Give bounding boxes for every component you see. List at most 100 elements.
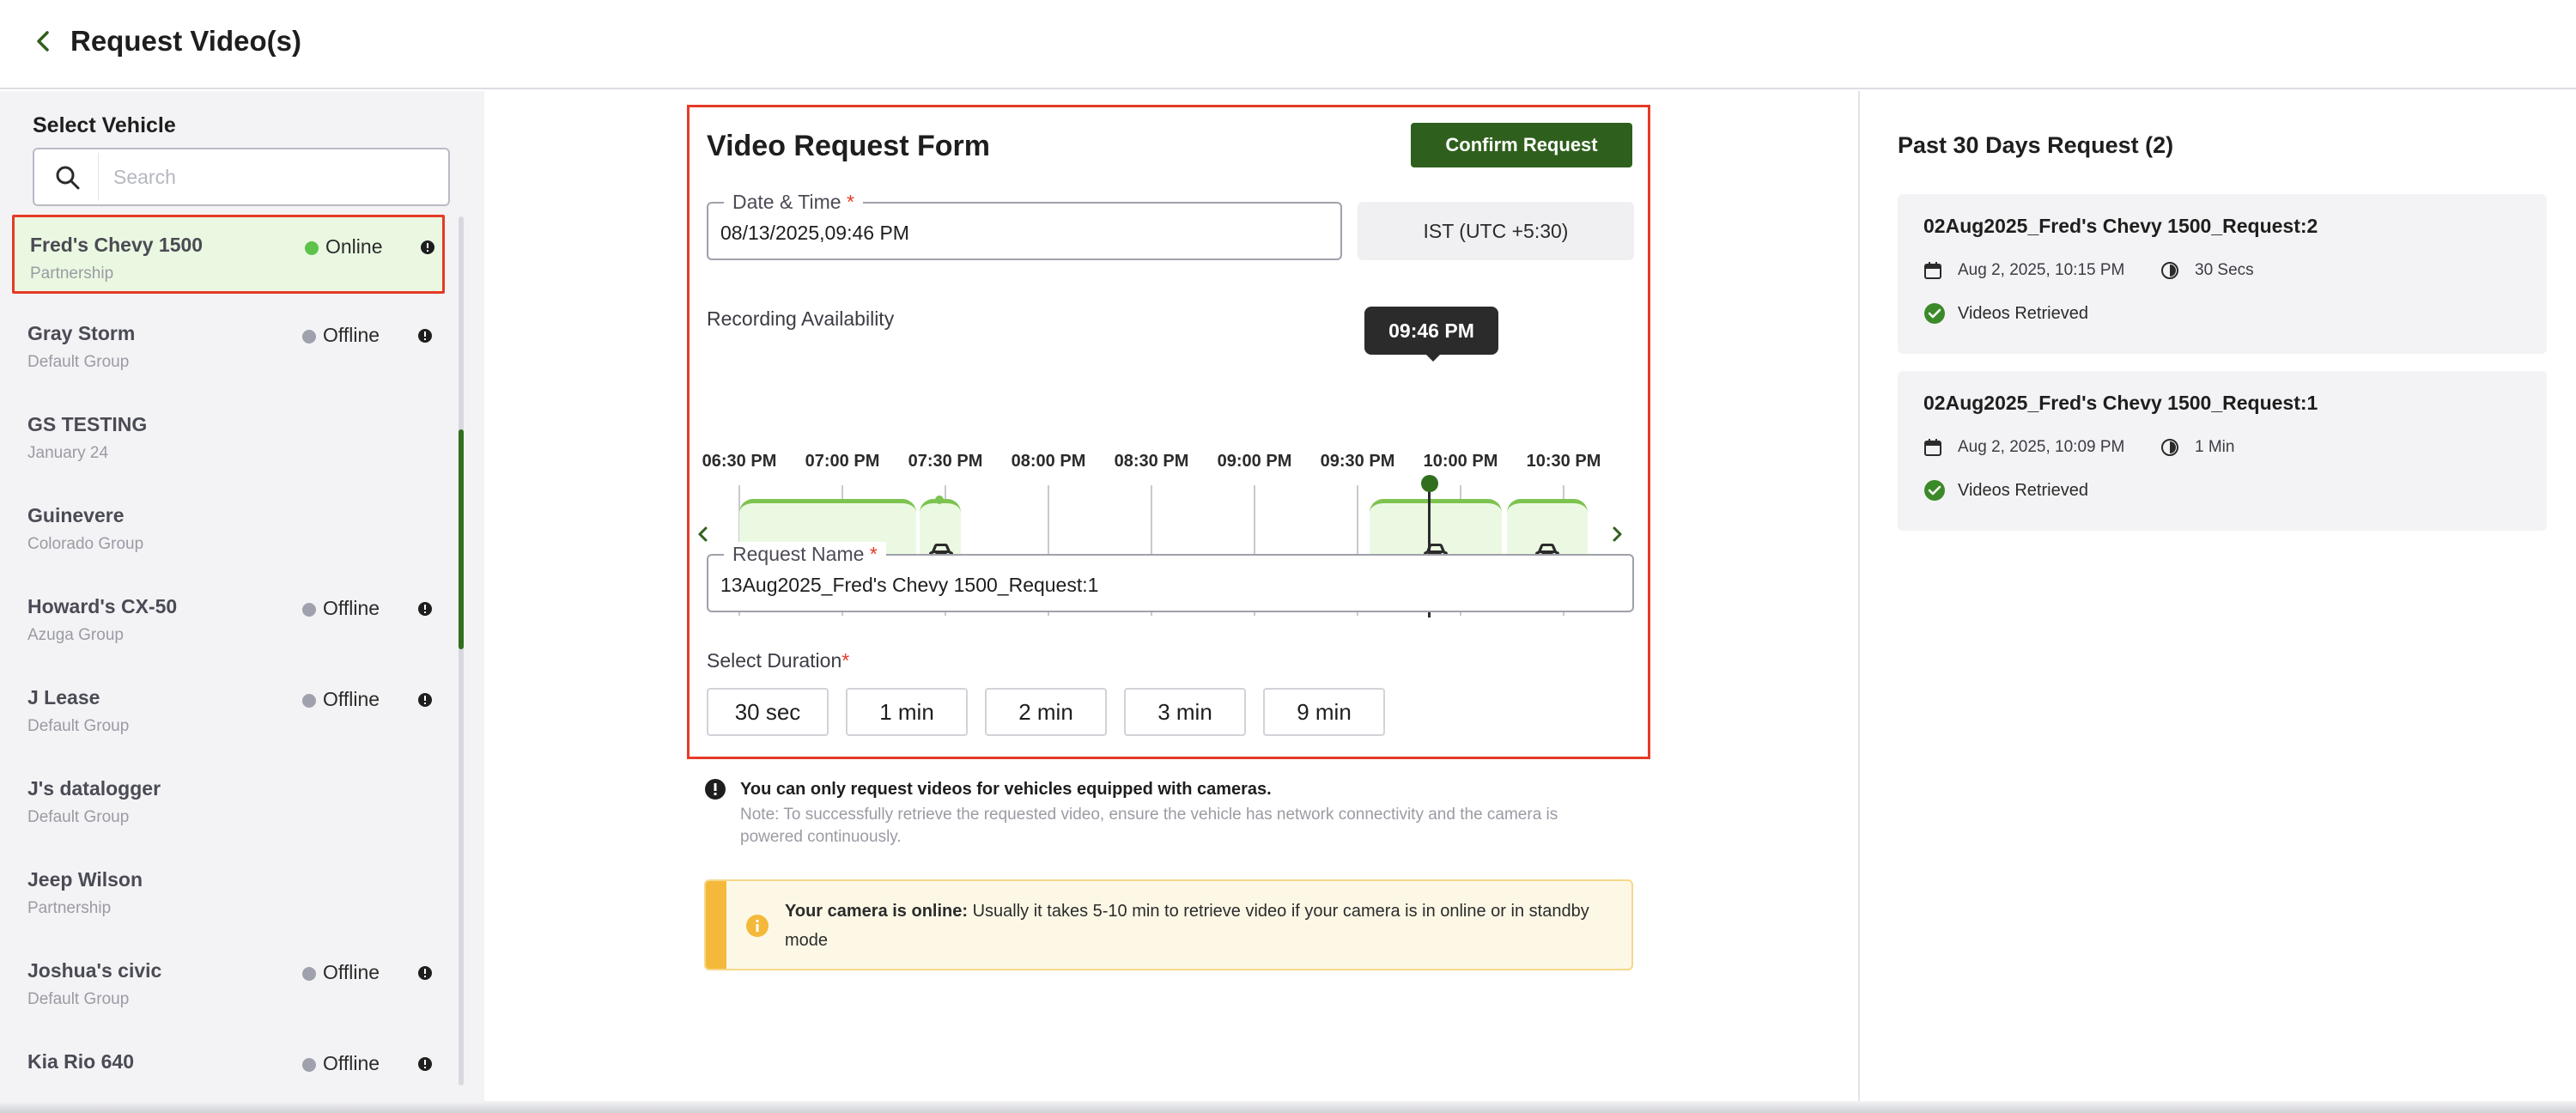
info-icon[interactable] <box>417 965 433 981</box>
vehicle-item[interactable]: Joshua's civic Default Group Offline <box>12 943 445 1022</box>
duration-option-30sec[interactable]: 30 sec <box>707 688 829 736</box>
page-title: Request Video(s) <box>70 25 301 57</box>
info-icon[interactable] <box>417 328 433 344</box>
vehicle-item[interactable]: Guinevere Colorado Group <box>12 488 445 567</box>
page-header: Request Video(s) <box>0 0 2576 89</box>
bottom-edge <box>0 1101 2576 1113</box>
time-cursor-handle[interactable] <box>1421 475 1438 492</box>
vehicle-status: Offline <box>323 1052 380 1074</box>
duration-option-2min[interactable]: 2 min <box>985 688 1107 736</box>
offline-status-dot <box>302 330 316 344</box>
required-mark: * <box>869 543 878 565</box>
vehicle-group: Default Group <box>27 808 130 826</box>
offline-status-dot <box>302 1058 316 1072</box>
select-duration-text: Select Duration <box>707 649 842 672</box>
request-name: 02Aug2025_Fred's Chevy 1500_Request:2 <box>1923 215 2318 237</box>
vehicle-item[interactable]: Fred's Chevy 1500 Partnership Online <box>12 215 445 294</box>
vehicle-name: Kia Rio 640 <box>27 1050 134 1073</box>
scrollbar-thumb[interactable] <box>459 429 464 649</box>
chevron-left-icon[interactable] <box>693 521 714 547</box>
datetime-field[interactable]: Date & Time * 08/13/2025,09:46 PM <box>707 190 1342 260</box>
vehicle-item[interactable]: J's datalogger Default Group <box>12 761 445 840</box>
offline-status-dot <box>302 603 316 617</box>
sidebar-title: Select Vehicle <box>33 113 176 137</box>
vehicle-name: J's datalogger <box>27 777 161 800</box>
alert-bold: Your camera is online: <box>785 902 969 921</box>
tick-label: 09:30 PM <box>1320 452 1395 471</box>
vehicle-status: Offline <box>323 324 380 346</box>
vehicle-name: Fred's Chevy 1500 <box>30 234 204 256</box>
camera-online-alert: Your camera is online: Usually it takes … <box>704 879 1633 970</box>
vehicle-group: Colorado Group <box>27 535 144 553</box>
offline-status-dot <box>302 694 316 708</box>
request-date: Aug 2, 2025, 10:09 PM <box>1958 438 2125 456</box>
past-requests-title: Past 30 Days Request (2) <box>1898 132 2174 158</box>
back-arrow-icon[interactable] <box>31 26 57 57</box>
vehicle-name: GS TESTING <box>27 413 148 435</box>
vehicle-list: Fred's Chevy 1500 Partnership Online Gra… <box>0 215 464 1113</box>
datetime-label: Date & Time * <box>724 190 863 214</box>
scrollbar-track[interactable] <box>459 216 464 1086</box>
tick-label: 07:30 PM <box>908 452 983 471</box>
tick-label: 06:30 PM <box>702 452 777 471</box>
timer-icon <box>2161 439 2178 456</box>
vehicle-item[interactable]: J Lease Default Group Offline <box>12 670 445 749</box>
vehicle-name: Jeep Wilson <box>27 868 143 891</box>
info-icon[interactable] <box>420 240 435 255</box>
exclamation-icon <box>705 779 726 800</box>
info-icon <box>746 915 769 937</box>
timezone-display: IST (UTC +5:30) <box>1358 202 1634 260</box>
request-name-label-text: Request Name <box>732 543 865 565</box>
datetime-label-text: Date & Time <box>732 191 841 213</box>
request-date: Aug 2, 2025, 10:15 PM <box>1958 261 2125 279</box>
datetime-value: 08/13/2025,09:46 PM <box>720 222 909 244</box>
search-box[interactable] <box>33 148 450 206</box>
tick-label: 08:30 PM <box>1114 452 1189 471</box>
timer-icon <box>2161 262 2178 279</box>
past-request-card[interactable]: 02Aug2025_Fred's Chevy 1500_Request:1 Au… <box>1898 371 2547 531</box>
vehicle-name: Joshua's civic <box>27 959 162 982</box>
check-circle-icon <box>1924 303 1945 324</box>
request-name-field[interactable]: Request Name * 13Aug2025_Fred's Chevy 15… <box>707 542 1634 612</box>
request-status: Videos Retrieved <box>1958 481 2088 500</box>
vehicle-status: Offline <box>323 688 380 710</box>
duration-option-9min[interactable]: 9 min <box>1263 688 1385 736</box>
past-request-card[interactable]: 02Aug2025_Fred's Chevy 1500_Request:2 Au… <box>1898 194 2547 354</box>
required-mark: * <box>841 649 850 672</box>
online-status-dot <box>305 241 319 255</box>
info-icon[interactable] <box>417 1056 433 1072</box>
alert-text: Your camera is online: Usually it takes … <box>785 897 1609 955</box>
info-icon[interactable] <box>417 692 433 708</box>
tick-label: 10:30 PM <box>1526 452 1601 471</box>
duration-option-3min[interactable]: 3 min <box>1124 688 1246 736</box>
vehicle-name: Gray Storm <box>27 322 136 344</box>
confirm-request-button[interactable]: Confirm Request <box>1411 123 1632 167</box>
video-request-form: Video Request Form Confirm Request Date … <box>687 105 1650 759</box>
vehicle-item[interactable]: GS TESTING January 24 <box>12 397 445 476</box>
vehicle-group: Default Group <box>27 717 130 735</box>
tick-label: 10:00 PM <box>1423 452 1498 471</box>
past-requests-panel: Past 30 Days Request (2) 02Aug2025_Fred'… <box>1858 91 2576 1113</box>
vehicle-group: Partnership <box>30 265 114 283</box>
chevron-right-icon[interactable] <box>1607 521 1627 547</box>
request-duration: 1 Min <box>2195 438 2235 456</box>
vehicle-item[interactable]: Gray Storm Default Group Offline <box>12 306 445 385</box>
calendar-icon <box>1924 262 1941 279</box>
request-status: Videos Retrieved <box>1958 304 2088 323</box>
duration-option-1min[interactable]: 1 min <box>846 688 968 736</box>
info-icon[interactable] <box>417 601 433 617</box>
vehicle-item[interactable]: Howard's CX-50 Azuga Group Offline <box>12 579 445 658</box>
search-divider <box>98 153 99 201</box>
calendar-icon <box>1924 439 1941 456</box>
alert-accent-bar <box>706 881 726 969</box>
request-duration: 30 Secs <box>2195 261 2254 279</box>
vehicle-item[interactable]: Jeep Wilson Partnership <box>12 852 445 931</box>
recording-marker <box>935 496 944 504</box>
request-name-value: 13Aug2025_Fred's Chevy 1500_Request:1 <box>720 574 1099 596</box>
vehicle-name: Guinevere <box>27 504 125 526</box>
tick-label: 07:00 PM <box>805 452 880 471</box>
form-title: Video Request Form <box>707 130 990 162</box>
tooltip-arrow <box>1425 353 1442 362</box>
search-input[interactable] <box>113 160 431 194</box>
request-name-label: Request Name * <box>724 542 886 566</box>
